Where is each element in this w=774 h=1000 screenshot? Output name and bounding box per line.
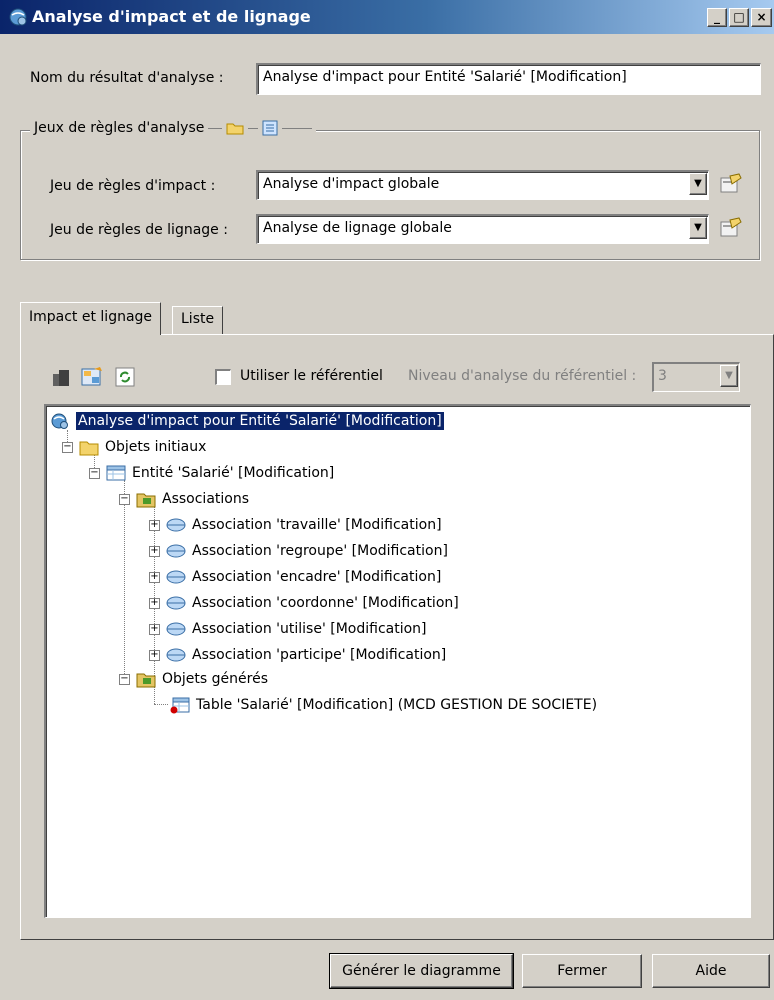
impact-analysis-icon bbox=[9, 8, 27, 26]
impact-tree[interactable]: Analyse d'impact pour Entité 'Salarié' [… bbox=[44, 404, 751, 918]
expand-icon[interactable]: + bbox=[149, 519, 160, 531]
tree-node-label: Association 'travaille' [Modification] bbox=[192, 517, 442, 533]
model-icon[interactable] bbox=[50, 366, 72, 388]
help-button[interactable]: Aide bbox=[652, 954, 770, 988]
use-repository-label: Utiliser le référentiel bbox=[240, 368, 383, 384]
tree-node-label: Objets initiaux bbox=[105, 439, 207, 455]
association-icon bbox=[166, 648, 186, 662]
tree-node-association[interactable]: + Association 'participe' [Modification] bbox=[149, 642, 446, 668]
divider bbox=[208, 127, 223, 129]
repo-level-select[interactable]: 3 ▼ bbox=[652, 362, 740, 392]
tree-node-label: Association 'coordonne' [Modification] bbox=[192, 595, 459, 611]
expand-icon[interactable]: + bbox=[149, 649, 160, 661]
tree-node-label: Association 'encadre' [Modification] bbox=[192, 569, 442, 585]
tree-connector bbox=[154, 704, 168, 705]
repo-level-value: 3 bbox=[658, 368, 667, 384]
chevron-down-icon[interactable]: ▼ bbox=[689, 173, 707, 195]
divider bbox=[282, 127, 313, 129]
edit-properties-icon[interactable] bbox=[718, 172, 744, 196]
association-icon bbox=[166, 596, 186, 610]
close-icon: × bbox=[756, 10, 767, 24]
edit-properties-icon[interactable] bbox=[718, 216, 744, 240]
tree-node-associations[interactable]: − Associations bbox=[119, 486, 249, 512]
expand-icon[interactable]: + bbox=[149, 571, 160, 583]
use-repository-checkbox[interactable] bbox=[215, 369, 231, 385]
result-name-label: Nom du résultat d'analyse : bbox=[30, 70, 224, 86]
tree-node-label: Association 'regroupe' [Modification] bbox=[192, 543, 448, 559]
generated-folder-icon bbox=[136, 673, 156, 688]
tree-node-association[interactable]: + Association 'utilise' [Modification] bbox=[149, 616, 427, 642]
folder-icon[interactable] bbox=[226, 121, 244, 135]
tree-node-root[interactable]: Analyse d'impact pour Entité 'Salarié' [… bbox=[50, 408, 445, 434]
association-icon bbox=[166, 544, 186, 558]
associations-folder-icon bbox=[136, 493, 156, 508]
tab-impact-lineage[interactable]: Impact et lignage bbox=[20, 302, 162, 335]
association-icon bbox=[166, 622, 186, 636]
maximize-button[interactable]: □ bbox=[729, 8, 749, 27]
refresh-icon[interactable] bbox=[114, 366, 136, 388]
collapse-icon[interactable]: − bbox=[119, 493, 130, 505]
generate-diagram-button[interactable]: Générer le diagramme bbox=[329, 953, 514, 989]
lineage-ruleset-select[interactable]: Analyse de lignage globale ▼ bbox=[256, 214, 709, 244]
entity-icon bbox=[106, 465, 126, 481]
rule-properties-icon[interactable] bbox=[262, 120, 278, 136]
expand-icon[interactable]: + bbox=[149, 597, 160, 609]
impact-analysis-icon bbox=[51, 413, 68, 429]
expand-icon[interactable]: + bbox=[149, 545, 160, 557]
chevron-down-icon[interactable]: ▼ bbox=[720, 365, 738, 387]
table-icon bbox=[170, 697, 190, 714]
result-name-input[interactable]: Analyse d'impact pour Entité 'Salarié' [… bbox=[256, 63, 761, 95]
lineage-ruleset-label: Jeu de règles de lignage : bbox=[50, 222, 228, 238]
repo-level-label: Niveau d'analyse du référentiel : bbox=[408, 368, 637, 384]
impact-ruleset-value: Analyse d'impact globale bbox=[263, 176, 440, 192]
tree-node-label: Association 'participe' [Modification] bbox=[192, 647, 447, 663]
collapse-icon[interactable]: − bbox=[119, 673, 130, 685]
impact-ruleset-label: Jeu de règles d'impact : bbox=[50, 178, 216, 194]
minimize-icon: _ bbox=[714, 10, 720, 24]
tree-node-label: Table 'Salarié' [Modification] (MCD GEST… bbox=[196, 697, 598, 713]
chevron-down-icon[interactable]: ▼ bbox=[689, 217, 707, 239]
minimize-button[interactable]: _ bbox=[707, 8, 727, 27]
close-button[interactable]: × bbox=[751, 8, 772, 27]
title-bar[interactable]: Analyse d'impact et de lignage _ □ × bbox=[0, 0, 774, 34]
lineage-ruleset-value: Analyse de lignage globale bbox=[263, 220, 452, 236]
tree-node-label: Analyse d'impact pour Entité 'Salarié' [… bbox=[75, 411, 445, 431]
tree-node-association[interactable]: + Association 'regroupe' [Modification] bbox=[149, 538, 448, 564]
tree-node-generated-table[interactable]: Table 'Salarié' [Modification] (MCD GEST… bbox=[170, 692, 597, 718]
tree-node-entity[interactable]: − Entité 'Salarié' [Modification] bbox=[89, 460, 334, 486]
rule-sets-group-header: Jeux de règles d'analyse bbox=[30, 120, 317, 136]
rule-sets-group-title: Jeux de règles d'analyse bbox=[34, 120, 205, 136]
tree-node-label: Objets générés bbox=[162, 671, 268, 687]
tree-node-label: Associations bbox=[162, 491, 250, 507]
expand-icon[interactable]: + bbox=[149, 623, 160, 635]
close-dialog-button[interactable]: Fermer bbox=[522, 954, 642, 988]
tree-node-generated-objects[interactable]: − Objets générés bbox=[119, 666, 268, 692]
tree-node-association[interactable]: + Association 'encadre' [Modification] bbox=[149, 564, 441, 590]
association-icon bbox=[166, 570, 186, 584]
tab-list[interactable]: Liste bbox=[172, 306, 224, 334]
impact-ruleset-select[interactable]: Analyse d'impact globale ▼ bbox=[256, 170, 709, 200]
collapse-icon[interactable]: − bbox=[89, 467, 100, 479]
collapse-icon[interactable]: − bbox=[62, 441, 73, 453]
generate-diagram-icon[interactable] bbox=[80, 366, 104, 388]
folder-icon bbox=[79, 441, 99, 456]
tree-node-label: Entité 'Salarié' [Modification] bbox=[132, 465, 335, 481]
association-icon bbox=[166, 518, 186, 532]
tree-node-label: Association 'utilise' [Modification] bbox=[192, 621, 427, 637]
window-title: Analyse d'impact et de lignage bbox=[32, 7, 311, 26]
divider bbox=[248, 127, 259, 129]
tree-node-association[interactable]: + Association 'coordonne' [Modification] bbox=[149, 590, 459, 616]
tree-node-initial-objects[interactable]: − Objets initiaux bbox=[62, 434, 206, 460]
tree-node-association[interactable]: + Association 'travaille' [Modification] bbox=[149, 512, 442, 538]
maximize-icon: □ bbox=[733, 10, 745, 24]
